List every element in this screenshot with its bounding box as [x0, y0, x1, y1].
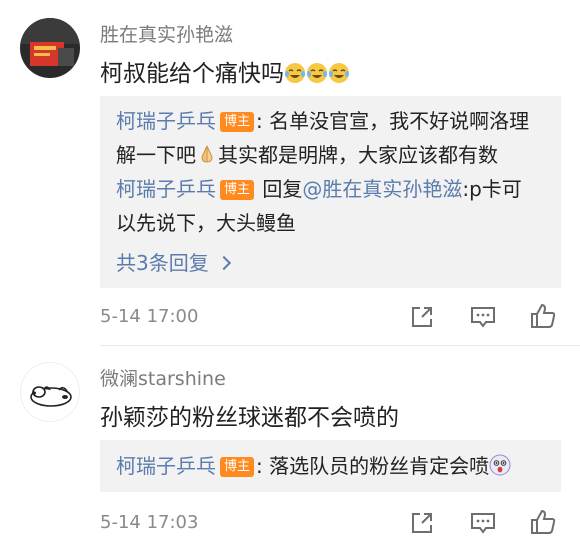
- avatar[interactable]: [20, 18, 80, 78]
- reply-text: : 落选队员的粉丝肯定会喷: [256, 454, 490, 478]
- comment-button[interactable]: [469, 509, 497, 537]
- reply-text: 解一下吧: [116, 143, 196, 167]
- comment-username[interactable]: 微澜starshine: [100, 364, 226, 391]
- reply-text: :p卡可: [462, 177, 522, 201]
- pray-emoji-icon: [196, 143, 218, 167]
- reply-author[interactable]: 柯瑞子乒乓: [116, 454, 216, 478]
- reply-author[interactable]: 柯瑞子乒乓: [116, 109, 216, 133]
- reply-text: 其实都是明牌，大家应该都有数: [218, 143, 498, 167]
- comment-text: 孙颖莎的粉丝球迷都不会喷的: [100, 405, 399, 431]
- reply-item-continued: 解一下吧 其实都是明牌，大家应该都有数: [116, 138, 545, 172]
- blogger-badge: 博主: [220, 112, 255, 132]
- chevron-right-icon: [216, 255, 231, 271]
- reply-item: 柯瑞子乒乓 博主 回复@胜在真实孙艳滋:p卡可: [116, 172, 545, 206]
- share-button[interactable]: [408, 303, 436, 331]
- comment-timestamp: 5-14 17:00: [100, 306, 199, 327]
- blogger-badge: 博主: [220, 457, 255, 477]
- shocked-emoji-icon: [489, 454, 511, 478]
- comment-username[interactable]: 胜在真实孙艳滋: [100, 20, 233, 47]
- reply-box[interactable]: 柯瑞子乒乓 博主: 名单没官宣，我不好说啊洛理 解一下吧 其实都是明牌，大家应该都有…: [100, 96, 561, 288]
- laugh-cry-emoji-icon: [306, 61, 328, 87]
- comment-icon: [471, 307, 495, 328]
- reply-text: : 名单没官宣，我不好说啊洛理: [256, 109, 530, 133]
- comment-icon: [471, 513, 495, 534]
- reply-box[interactable]: 柯瑞子乒乓 博主: 落选队员的粉丝肯定会喷: [100, 440, 561, 492]
- comment-divider: [100, 345, 580, 346]
- comment-timestamp: 5-14 17:03: [100, 512, 199, 533]
- like-icon: [531, 303, 556, 328]
- reply-item-continued: 以先说下，大头鳗鱼: [116, 206, 545, 240]
- laugh-cry-emoji-icon: [284, 61, 306, 87]
- reply-word: 回复: [256, 177, 303, 201]
- comment-text-content: 柯叔能给个痛快吗: [100, 61, 284, 87]
- reply-text: 以先说下，大头鳗鱼: [116, 211, 296, 235]
- more-replies-label: 共3条回复: [116, 251, 209, 275]
- reply-item: 柯瑞子乒乓 博主: 名单没官宣，我不好说啊洛理: [116, 104, 545, 138]
- laugh-cry-emoji-icon: [328, 61, 350, 87]
- comment-text: 柯叔能给个痛快吗: [100, 54, 350, 88]
- reply-author[interactable]: 柯瑞子乒乓: [116, 177, 216, 201]
- share-icon: [412, 513, 432, 533]
- mention-link[interactable]: @胜在真实孙艳滋: [302, 177, 462, 201]
- comment-button[interactable]: [469, 303, 497, 331]
- share-button[interactable]: [408, 509, 436, 537]
- blogger-badge: 博主: [220, 180, 255, 200]
- avatar[interactable]: [20, 362, 80, 422]
- like-button[interactable]: [529, 302, 557, 330]
- share-icon: [412, 307, 432, 327]
- reply-item: 柯瑞子乒乓 博主: 落选队员的粉丝肯定会喷: [116, 449, 545, 483]
- like-icon: [531, 509, 556, 534]
- like-button[interactable]: [529, 508, 557, 536]
- more-replies-link[interactable]: 共3条回复: [116, 246, 545, 280]
